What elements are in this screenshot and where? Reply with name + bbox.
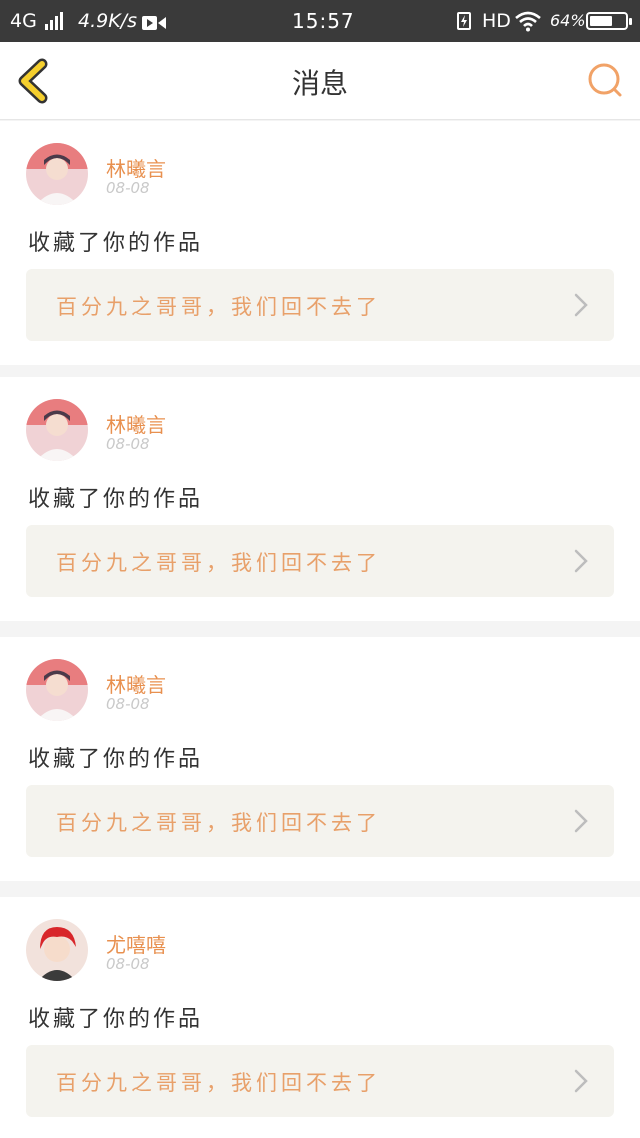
message-date: 08-08 [106,179,150,197]
search-icon[interactable] [585,60,625,100]
avatar[interactable] [26,399,88,461]
chevron-right-icon [574,549,588,573]
user-name[interactable]: 林曦言 [106,409,166,438]
user-name[interactable]: 林曦言 [106,669,166,698]
avatar[interactable] [26,659,88,721]
message-card: 林曦言 08-08 收藏了你的作品 百分九之哥哥，我们回不去了 [0,121,640,365]
nav-bar: 消息 [0,42,640,120]
battery-percent: 64% [550,11,586,30]
work-link[interactable]: 百分九之哥哥，我们回不去了 [26,525,614,597]
message-action: 收藏了你的作品 [28,1007,204,1032]
work-title: 百分九之哥哥，我们回不去了 [56,551,381,575]
chevron-right-icon [574,1069,588,1093]
signal-icon [45,12,65,30]
page-title: 消息 [291,67,348,100]
message-card: 林曦言 08-08 收藏了你的作品 百分九之哥哥，我们回不去了 [0,637,640,881]
message-card: 林曦言 08-08 收藏了你的作品 百分九之哥哥，我们回不去了 [0,377,640,621]
charging-icon [457,12,471,30]
message-action: 收藏了你的作品 [28,231,204,256]
message-action: 收藏了你的作品 [28,487,204,512]
chevron-right-icon [574,809,588,833]
user-name[interactable]: 林曦言 [106,153,166,182]
work-link[interactable]: 百分九之哥哥，我们回不去了 [26,269,614,341]
work-link[interactable]: 百分九之哥哥，我们回不去了 [26,785,614,857]
avatar[interactable] [26,919,88,981]
message-date: 08-08 [106,435,150,453]
avatar[interactable] [26,143,88,205]
message-action: 收藏了你的作品 [28,747,204,772]
chevron-right-icon [574,293,588,317]
network-type: 4G [10,10,37,32]
work-title: 百分九之哥哥，我们回不去了 [56,295,381,319]
work-title: 百分九之哥哥，我们回不去了 [56,1071,381,1095]
message-date: 08-08 [106,695,150,713]
network-speed: 4.9K/s [78,10,137,32]
message-date: 08-08 [106,955,150,973]
status-bar: 4G 4.9K/s 15:57 HD 64% [0,0,640,42]
work-title: 百分九之哥哥，我们回不去了 [56,811,381,835]
wifi-icon [514,10,542,32]
battery-icon [586,12,632,30]
video-icon [142,12,166,30]
work-link[interactable]: 百分九之哥哥，我们回不去了 [26,1045,614,1117]
message-card: 尤嘻嘻 08-08 收藏了你的作品 百分九之哥哥，我们回不去了 [0,897,640,1138]
hd-indicator: HD [482,10,511,32]
user-name[interactable]: 尤嘻嘻 [106,929,166,958]
clock: 15:57 [292,9,355,33]
